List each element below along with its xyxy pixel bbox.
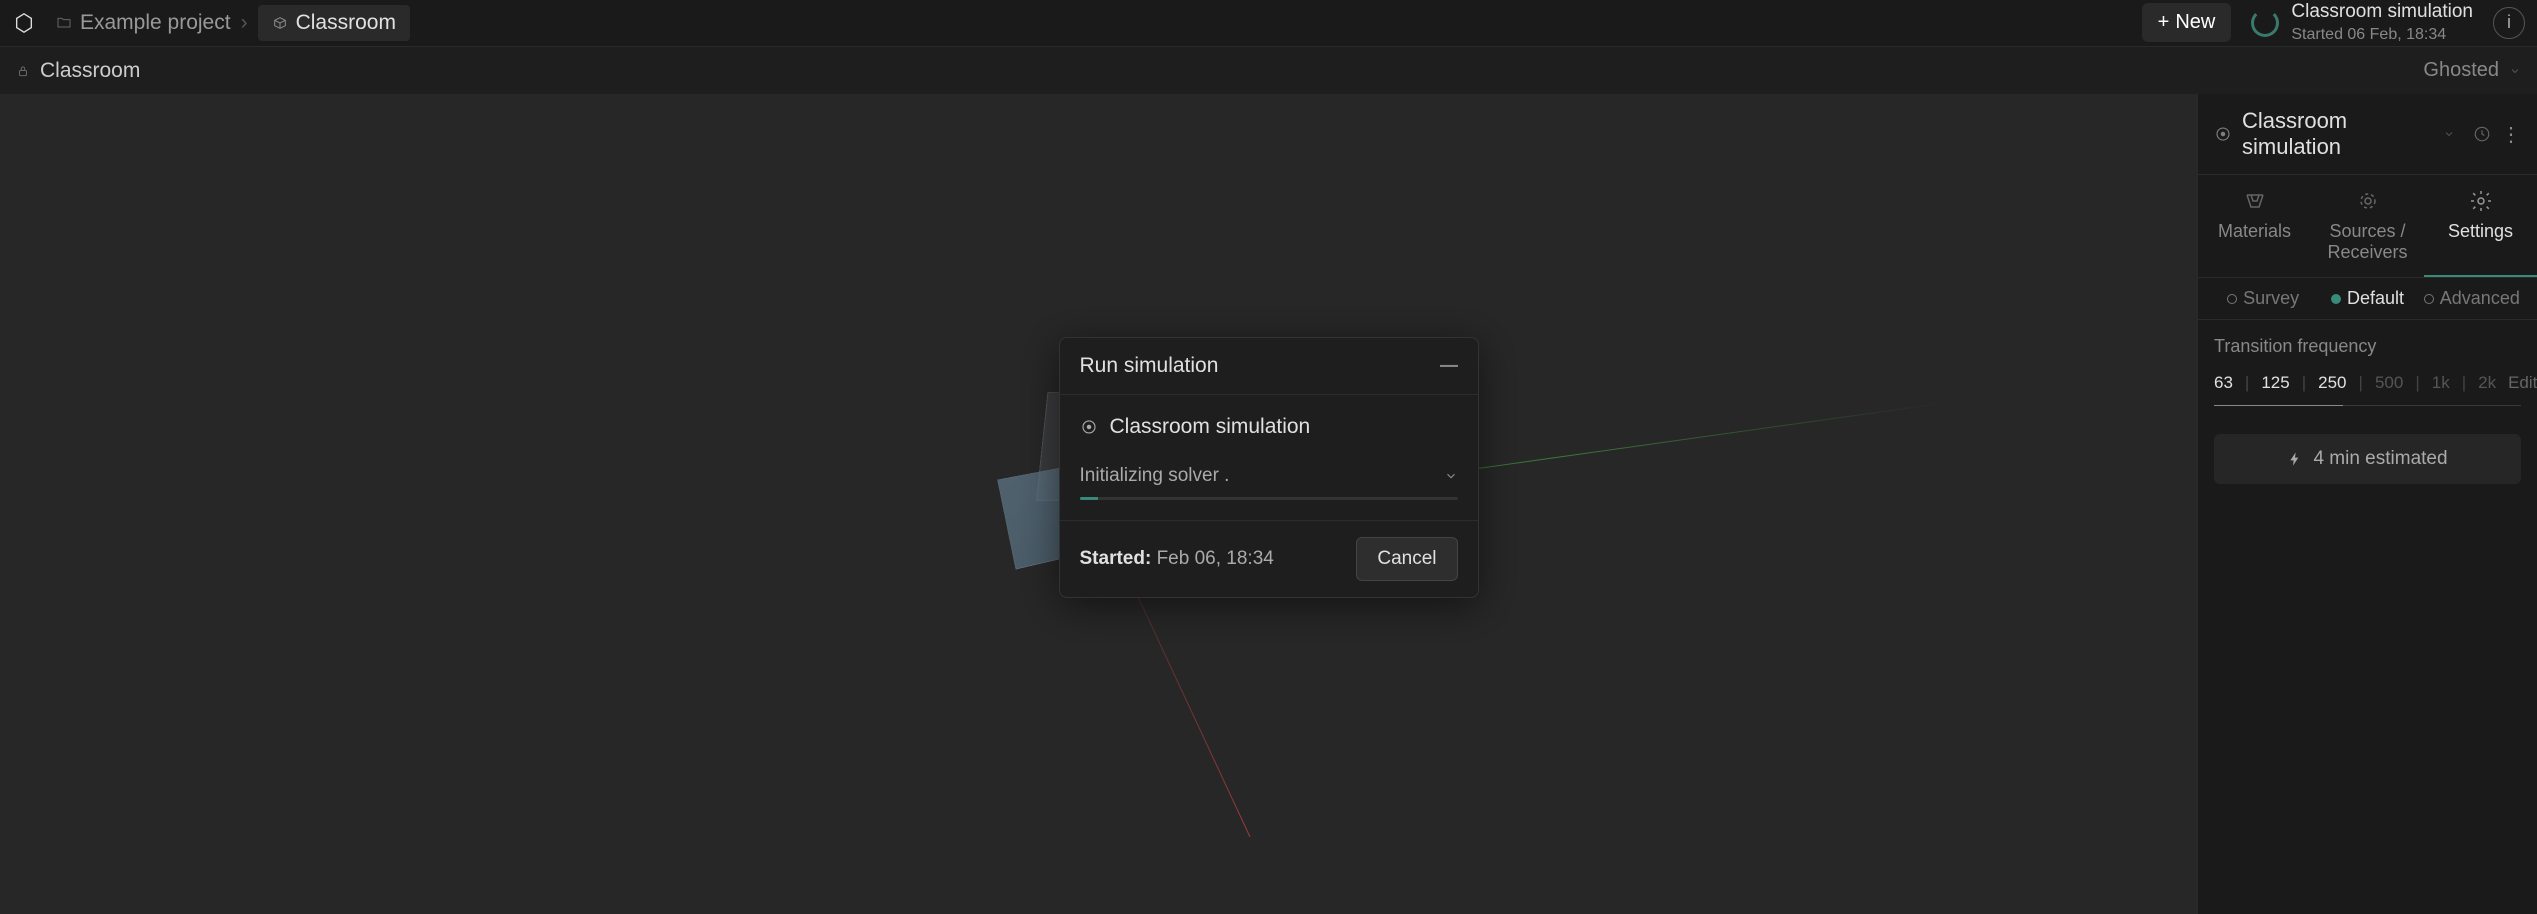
sources-icon [2356, 189, 2380, 213]
model-icon [272, 15, 288, 31]
tab-materials[interactable]: Materials [2198, 175, 2311, 277]
radio-icon [2424, 294, 2434, 304]
subtab-default[interactable]: Default [2318, 288, 2416, 309]
breadcrumb-project-label: Example project [80, 11, 231, 35]
view-mode-selector[interactable]: Ghosted [2423, 59, 2521, 82]
settings-icon [2469, 189, 2493, 213]
breadcrumb-project[interactable]: Example project [56, 11, 231, 35]
progress-bar [1080, 497, 1458, 500]
tab-settings-label: Settings [2448, 221, 2513, 242]
minimize-button[interactable] [1440, 365, 1458, 367]
more-menu[interactable]: ⋮ [2501, 122, 2521, 147]
freq-separator: | [2415, 373, 2419, 393]
breadcrumb-model-label: Classroom [296, 11, 396, 35]
subtab-survey-label: Survey [2243, 288, 2299, 309]
radio-icon [2331, 294, 2341, 304]
frequency-selector[interactable]: 63 | 125 | 250 | 500 | 1k | 2k Edit [2214, 373, 2521, 393]
freq-value: 2k [2478, 373, 2496, 393]
new-button-label: New [2175, 11, 2215, 34]
breadcrumb-separator: › [241, 11, 248, 35]
app-logo[interactable] [12, 11, 36, 35]
modal-started-value: Feb 06, 18:34 [1157, 548, 1274, 569]
estimate-box: 4 min estimated [2214, 434, 2521, 484]
modal-status-text: Initializing solver . [1080, 465, 1432, 487]
progress-fill [1080, 497, 1099, 500]
freq-edit-link[interactable]: Edit [2508, 373, 2537, 393]
modal-title: Run simulation [1080, 354, 1219, 378]
simulation-icon [2214, 125, 2232, 143]
subtab-default-label: Default [2347, 288, 2404, 309]
freq-separator: | [2359, 373, 2363, 393]
tab-materials-label: Materials [2218, 221, 2291, 242]
run-simulation-modal: Run simulation Classroom simulation Init… [1059, 337, 1479, 598]
lock-icon [16, 64, 30, 78]
breadcrumb-model[interactable]: Classroom [258, 5, 410, 41]
materials-icon [2243, 189, 2267, 213]
freq-separator: | [2462, 373, 2466, 393]
spinner-icon [2251, 9, 2279, 37]
new-button[interactable]: + New [2142, 3, 2232, 42]
modal-started: Started: Feb 06, 18:34 [1080, 548, 1274, 570]
chevron-down-icon [2509, 65, 2521, 77]
subtab-advanced-label: Advanced [2440, 288, 2520, 309]
folder-icon [56, 15, 72, 31]
tab-sources-label: Sources / Receivers [2317, 221, 2418, 263]
sim-status-subtitle: Started 06 Feb, 18:34 [2291, 25, 2473, 46]
freq-value: 63 [2214, 373, 2233, 393]
freq-value: 125 [2261, 373, 2289, 393]
chevron-down-icon[interactable] [1444, 469, 1458, 483]
radio-icon [2227, 294, 2237, 304]
sim-status-title: Classroom simulation [2291, 0, 2473, 25]
info-button[interactable]: i [2493, 7, 2525, 39]
view-mode-label: Ghosted [2423, 59, 2499, 82]
model-title-bar: Classroom [16, 59, 140, 83]
history-icon[interactable] [2473, 125, 2491, 143]
plus-icon: + [2158, 11, 2170, 34]
freq-slider-track [2214, 405, 2521, 406]
freq-separator: | [2245, 373, 2249, 393]
freq-separator: | [2302, 373, 2306, 393]
modal-started-label: Started: [1080, 548, 1152, 569]
breadcrumb: Example project › Classroom [56, 5, 410, 41]
tab-settings[interactable]: Settings [2424, 175, 2537, 277]
simulation-status[interactable]: Classroom simulation Started 06 Feb, 18:… [2251, 0, 2473, 45]
subtab-survey[interactable]: Survey [2214, 288, 2312, 309]
freq-value: 1k [2432, 373, 2450, 393]
subtab-advanced[interactable]: Advanced [2423, 288, 2521, 309]
freq-value: 500 [2375, 373, 2403, 393]
tab-sources[interactable]: Sources / Receivers [2311, 175, 2424, 277]
bolt-icon [2287, 451, 2303, 467]
model-title: Classroom [40, 59, 140, 83]
info-icon: i [2507, 12, 2511, 33]
cancel-button[interactable]: Cancel [1356, 537, 1457, 581]
estimate-text: 4 min estimated [2313, 448, 2447, 470]
chevron-down-icon[interactable] [2443, 128, 2455, 140]
freq-value: 250 [2318, 373, 2346, 393]
modal-sim-name: Classroom simulation [1110, 415, 1311, 439]
panel-title: Classroom simulation [2242, 108, 2433, 160]
settings-panel: Classroom simulation ⋮ Materials Sources… [2197, 94, 2537, 914]
transition-freq-label: Transition frequency [2214, 336, 2521, 357]
simulation-icon [1080, 418, 1098, 436]
